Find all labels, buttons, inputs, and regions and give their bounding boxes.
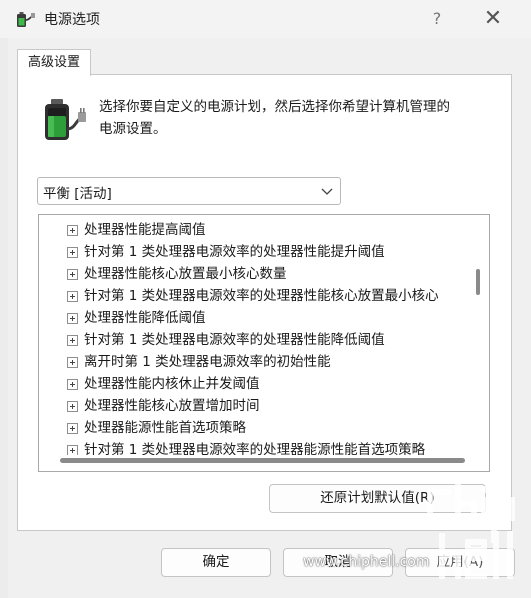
tree-item-label: 离开时第 1 类处理器电源效率的初始性能 — [84, 354, 331, 370]
expand-plus-icon[interactable] — [67, 335, 78, 346]
tree-item[interactable]: 处理器能源性能首选项策略 — [39, 417, 465, 439]
tab-advanced-settings[interactable]: 高级设置 — [17, 49, 91, 76]
power-settings-tree[interactable]: 处理器性能提高阈值 针对第 1 类处理器电源效率的处理器性能提升阈值 处理器性能… — [38, 214, 490, 472]
tree-item[interactable]: 处理器性能核心放置增加时间 — [39, 395, 465, 417]
tree-item[interactable]: 针对第 1 类处理器电源效率的处理器性能提升阈值 — [39, 241, 465, 263]
help-button[interactable]: ? — [420, 4, 454, 34]
expand-plus-icon[interactable] — [67, 401, 78, 412]
ok-button[interactable]: 确定 — [161, 548, 271, 577]
power-plan-dropdown[interactable]: 平衡 [活动] — [37, 177, 341, 205]
tree-item-label: 处理器性能内核休止并发阈值 — [84, 376, 260, 392]
instruction-line-1: 选择你要自定义的电源计划，然后选择你希望计算机管理的 — [99, 99, 450, 115]
tree-item-label: 针对第 1 类处理器电源效率的处理器性能提升阈值 — [84, 244, 385, 260]
instruction-line-2: 电源设置。 — [99, 121, 167, 137]
tree-item[interactable]: 处理器性能内核休止并发阈值 — [39, 373, 465, 395]
expand-plus-icon[interactable] — [67, 269, 78, 280]
tree-item[interactable]: 处理器性能核心放置最小核心数量 — [39, 263, 465, 285]
power-plan-selected-value: 平衡 [活动] — [43, 186, 112, 202]
instruction-text: 选择你要自定义的电源计划，然后选择你希望计算机管理的 电源设置。 — [99, 96, 499, 140]
expand-plus-icon[interactable] — [67, 423, 78, 434]
vertical-scrollbar-thumb[interactable] — [476, 269, 480, 295]
tree-item[interactable]: 离开时第 1 类处理器电源效率的初始性能 — [39, 351, 465, 373]
expand-plus-icon[interactable] — [67, 247, 78, 258]
tree-item[interactable]: 处理器性能降低阈值 — [39, 307, 465, 329]
power-options-app-icon — [17, 12, 35, 27]
expand-plus-icon[interactable] — [67, 357, 78, 368]
background-window-edge — [0, 38, 8, 598]
expand-plus-icon[interactable] — [67, 445, 78, 455]
tree-item-label: 处理器性能提高阈值 — [84, 222, 206, 238]
expand-plus-icon[interactable] — [67, 379, 78, 390]
title-bar: 电源选项 ? ✕ — [0, 0, 531, 38]
window-title: 电源选项 — [44, 12, 100, 28]
battery-power-icon — [45, 99, 86, 140]
tree-item[interactable]: 针对第 1 类处理器电源效率的处理器能源性能首选项策略 — [39, 439, 465, 455]
tree-item-label: 处理器性能核心放置最小核心数量 — [84, 266, 287, 282]
tree-rows: 处理器性能提高阈值 针对第 1 类处理器电源效率的处理器性能提升阈值 处理器性能… — [39, 219, 465, 455]
tree-item[interactable]: 处理器性能提高阈值 — [39, 219, 465, 241]
watermark-url: www.chiphell.com — [303, 554, 430, 570]
tree-item-label: 处理器性能降低阈值 — [84, 310, 206, 326]
restore-plan-defaults-button[interactable]: 还原计划默认值(R) — [269, 484, 486, 513]
tree-item[interactable]: 针对第 1 类处理器电源效率的处理器性能降低阈值 — [39, 329, 465, 351]
tree-item-label: 针对第 1 类处理器电源效率的处理器能源性能首选项策略 — [84, 442, 426, 455]
tree-item-label: 处理器性能核心放置增加时间 — [84, 398, 260, 414]
expand-plus-icon[interactable] — [67, 291, 78, 302]
expand-plus-icon[interactable] — [67, 225, 78, 236]
horizontal-scrollbar-thumb[interactable] — [60, 458, 465, 463]
tree-item[interactable]: 针对第 1 类处理器电源效率的处理器性能核心放置最小核心 — [39, 285, 465, 307]
tree-item-label: 针对第 1 类处理器电源效率的处理器性能核心放置最小核心 — [84, 288, 439, 304]
close-button[interactable]: ✕ — [476, 4, 510, 34]
tree-item-label: 处理器能源性能首选项策略 — [84, 420, 246, 436]
chevron-down-icon — [321, 188, 333, 195]
tree-item-label: 针对第 1 类处理器电源效率的处理器性能降低阈值 — [84, 332, 385, 348]
expand-plus-icon[interactable] — [67, 313, 78, 324]
